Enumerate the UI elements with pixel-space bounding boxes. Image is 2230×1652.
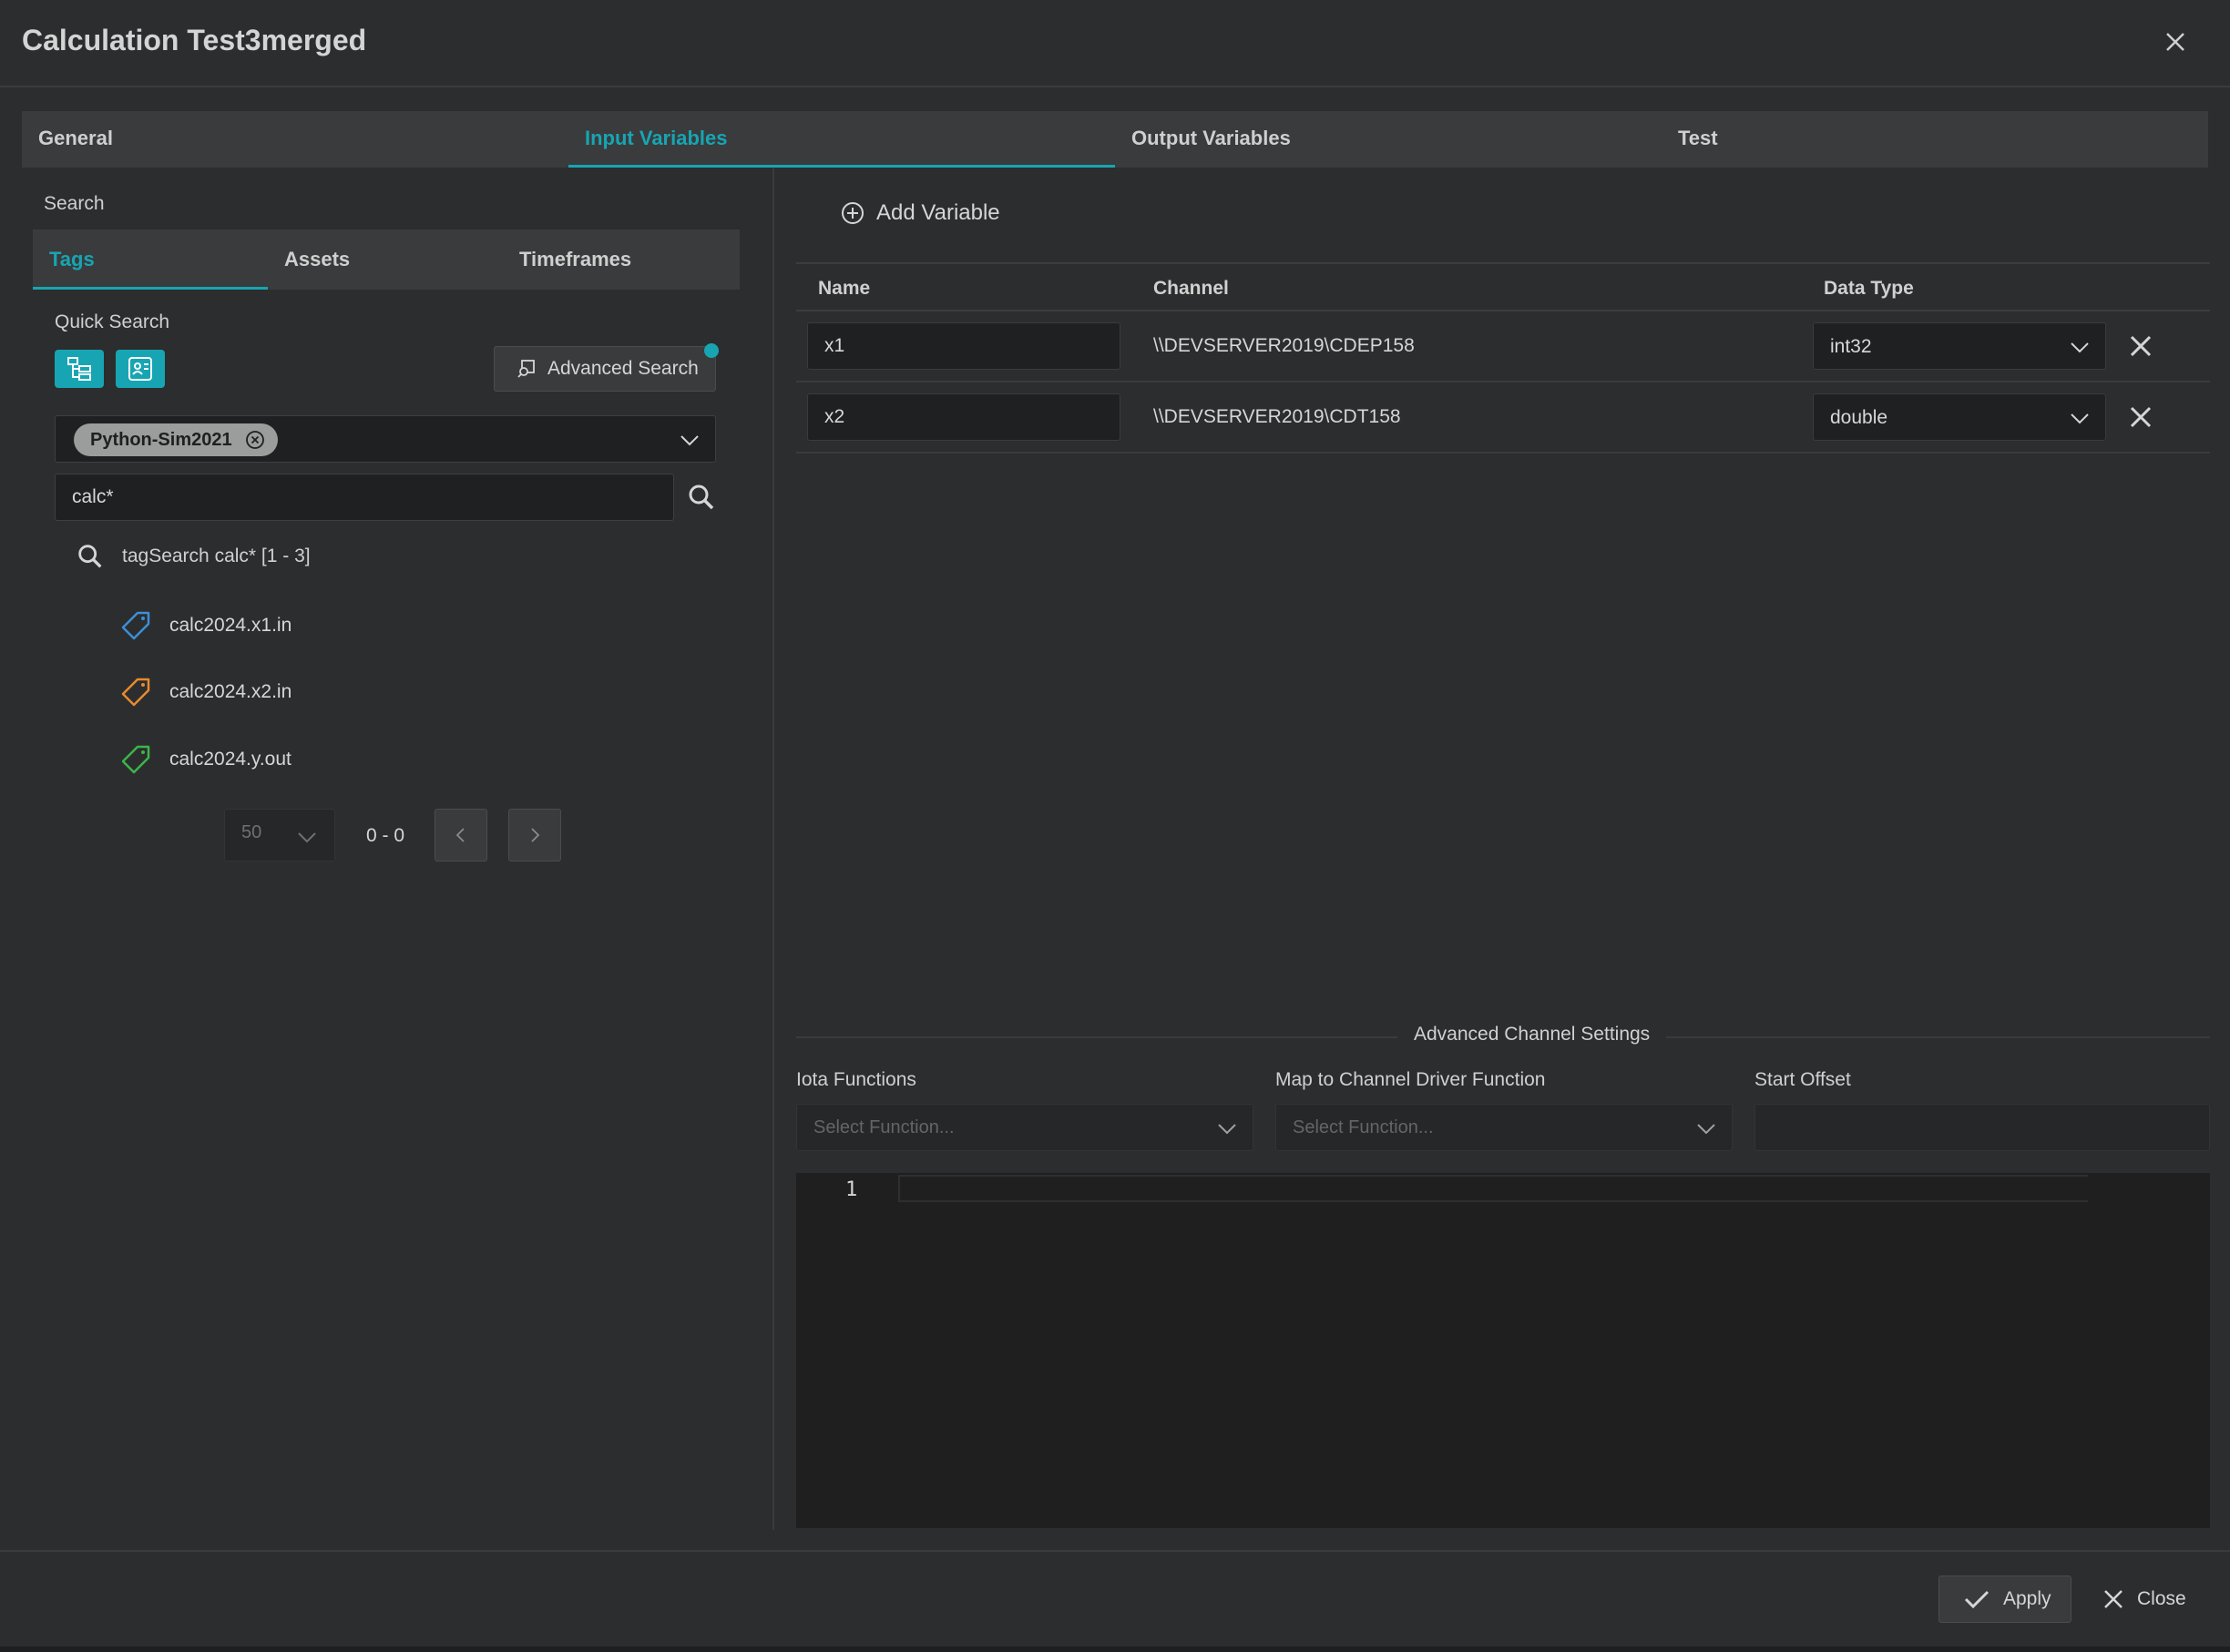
tag-icon (121, 611, 150, 640)
iota-functions-placeholder: Select Function... (813, 1117, 955, 1137)
search-sub-tabs: Tags Assets Timeframes (33, 229, 740, 290)
data-type-value: double (1830, 407, 1888, 428)
chevron-down-icon (298, 832, 316, 843)
advanced-search-button[interactable]: Advanced Search (494, 346, 716, 392)
column-header-name: Name (818, 278, 871, 299)
table-header: Name Channel Data Type (796, 262, 2210, 311)
delete-row-icon[interactable] (2128, 404, 2153, 430)
close-icon (2104, 1590, 2123, 1608)
iota-functions-label: Iota Functions (796, 1069, 916, 1090)
column-header-channel: Channel (1153, 278, 1229, 299)
advanced-search-label: Advanced Search (547, 358, 699, 379)
tag-icon (121, 678, 150, 707)
tag-item-label: calc2024.x2.in (169, 681, 292, 702)
data-type-select[interactable]: double (1813, 393, 2106, 441)
tag-item[interactable]: calc2024.x1.in (120, 610, 292, 641)
subtab-assets[interactable]: Assets (268, 229, 503, 290)
source-chip-label: Python-Sim2021 (90, 430, 232, 450)
add-variable-button[interactable]: Add Variable (840, 200, 1000, 226)
map-function-placeholder: Select Function... (1293, 1117, 1434, 1137)
line-number: 1 (845, 1178, 858, 1201)
close-label: Close (2137, 1588, 2186, 1609)
dialog-footer: Apply Close (0, 1550, 2230, 1647)
tab-input-variables[interactable]: Input Variables (568, 111, 1115, 168)
tab-test[interactable]: Test (1662, 111, 2208, 168)
data-type-select[interactable]: int32 (1813, 322, 2106, 370)
check-icon (1964, 1590, 1990, 1609)
map-function-select[interactable]: Select Function... (1275, 1104, 1733, 1151)
tab-general[interactable]: General (22, 111, 568, 168)
advanced-search-icon (517, 360, 535, 378)
page-size-value: 50 (241, 822, 262, 842)
iota-functions-select[interactable]: Select Function... (796, 1104, 1253, 1151)
map-function-label: Map to Channel Driver Function (1275, 1069, 1546, 1090)
asset-card-icon (128, 357, 152, 381)
page-size-select[interactable]: 50 (224, 809, 335, 862)
tag-item-label: calc2024.x1.in (169, 615, 292, 636)
calculation-dialog: Calculation Test3merged General Input Va… (0, 0, 2230, 1647)
add-variable-label: Add Variable (876, 200, 1000, 225)
variables-panel: Add Variable Name Channel Data Type \\DE… (776, 168, 2230, 1530)
tab-output-variables[interactable]: Output Variables (1115, 111, 1662, 168)
tag-icon (121, 745, 150, 774)
chevron-left-icon (455, 828, 465, 842)
column-header-data-type: Data Type (1824, 278, 1914, 299)
main-tabs: General Input Variables Output Variables… (22, 111, 2208, 168)
chevron-down-icon (2071, 342, 2089, 353)
variable-channel: \\DEVSERVER2019\CDEP158 (1153, 335, 1415, 356)
chevron-right-icon (531, 828, 540, 842)
add-circle-icon (842, 202, 864, 224)
search-icon[interactable] (685, 481, 718, 514)
hierarchy-quick-button[interactable] (55, 350, 104, 388)
table-row: \\DEVSERVER2019\CDEP158 int32 (796, 311, 2210, 382)
asset-card-quick-button[interactable] (116, 350, 165, 388)
apply-button[interactable]: Apply (1938, 1576, 2071, 1623)
variable-channel: \\DEVSERVER2019\CDT158 (1153, 406, 1401, 427)
table-row: \\DEVSERVER2019\CDT158 double (796, 382, 2210, 454)
code-editor[interactable]: 1 (796, 1173, 2210, 1528)
source-chip: Python-Sim2021 (74, 423, 278, 456)
quick-search-label: Quick Search (55, 311, 170, 332)
tag-item[interactable]: calc2024.y.out (120, 744, 292, 775)
hierarchy-icon (67, 357, 91, 381)
dialog-header: Calculation Test3merged (0, 0, 2230, 87)
advanced-settings-title: Advanced Channel Settings (1397, 1024, 1667, 1045)
subtab-timeframes[interactable]: Timeframes (503, 229, 740, 290)
search-result-header[interactable]: tagSearch calc* [1 - 3] (75, 541, 311, 572)
chevron-down-icon (2071, 413, 2089, 424)
start-offset-input[interactable] (1754, 1104, 2210, 1151)
variable-name-input[interactable] (807, 393, 1120, 441)
advanced-search-indicator (704, 343, 719, 358)
remove-chip-icon[interactable] (245, 430, 265, 450)
variable-name-input[interactable] (807, 322, 1120, 370)
search-icon (78, 545, 102, 568)
delete-row-icon[interactable] (2128, 333, 2153, 359)
search-heading: Search (44, 193, 105, 214)
start-offset-label: Start Offset (1754, 1069, 1851, 1090)
subtab-tags[interactable]: Tags (33, 229, 268, 290)
search-panel: Search Tags Assets Timeframes Quick Sear… (0, 168, 774, 1530)
chevron-down-icon (1218, 1124, 1236, 1135)
variables-table: Name Channel Data Type \\DEVSERVER2019\C… (796, 262, 2210, 454)
tag-search-input[interactable] (55, 474, 674, 521)
tag-item[interactable]: calc2024.x2.in (120, 677, 292, 708)
prev-page-button[interactable] (435, 809, 487, 862)
close-button[interactable]: Close (2102, 1576, 2186, 1623)
close-icon[interactable] (2159, 25, 2192, 58)
next-page-button[interactable] (508, 809, 561, 862)
current-line-highlight (898, 1175, 2088, 1202)
chevron-down-icon (680, 435, 699, 446)
data-type-value: int32 (1830, 336, 1872, 357)
source-select[interactable]: Python-Sim2021 (55, 415, 716, 463)
tag-item-label: calc2024.y.out (169, 749, 292, 770)
page-range: 0 - 0 (366, 825, 405, 846)
search-result-label: tagSearch calc* [1 - 3] (122, 546, 311, 566)
apply-label: Apply (2003, 1588, 2051, 1609)
chevron-down-icon (1697, 1124, 1715, 1135)
dialog-title: Calculation Test3merged (22, 24, 367, 56)
